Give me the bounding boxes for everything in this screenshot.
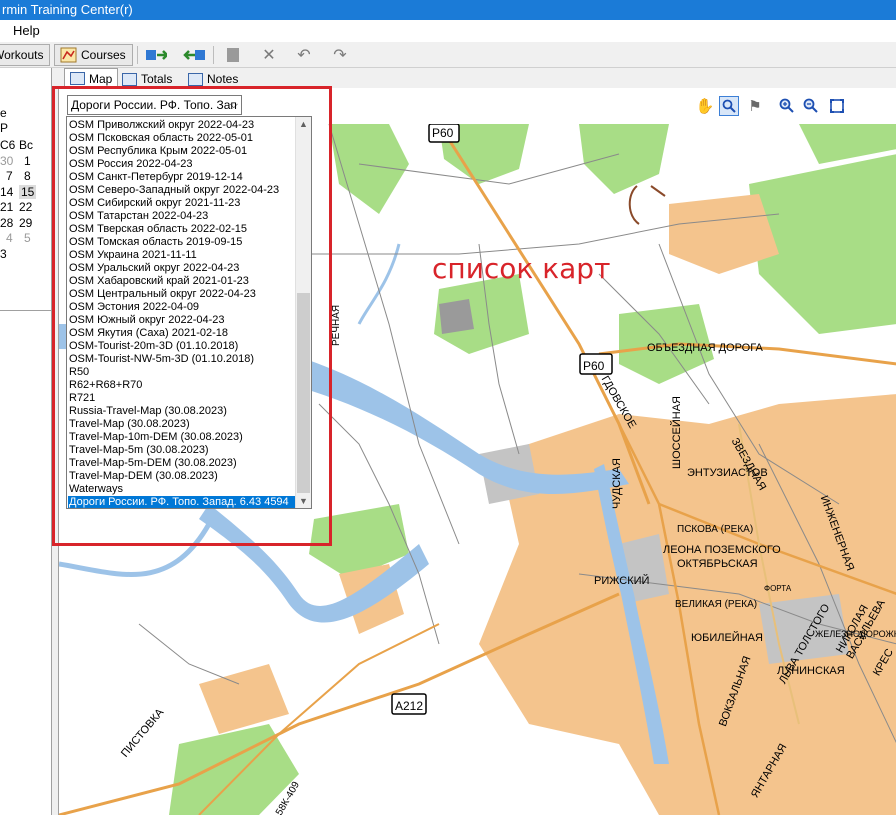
calendar-day-name: C6 — [0, 138, 16, 152]
street-label: ОКТЯБРЬСКАЯ — [677, 558, 758, 570]
street-label: ВЕЛИКАЯ (РЕКА) — [675, 599, 758, 610]
courses-button-label: Courses — [81, 48, 126, 62]
street-label: ОБЪЕЗДНАЯ ДОРОГА — [647, 342, 763, 354]
street-label: РИЖСКИЙ — [594, 575, 650, 587]
window-title: rmin Training Center(r) — [2, 2, 133, 17]
zoom-tool-icon[interactable] — [719, 96, 739, 116]
street-label: ШОССЕЙНАЯ — [671, 396, 683, 469]
calendar-header: C6 Bc — [0, 138, 40, 154]
street-label: РЕЧНАЯ — [331, 304, 342, 346]
tab-map[interactable]: Map — [64, 68, 119, 88]
calendar: C6 Bc 30 1 7 8 14 15 21 22 28 29 4 5 3 — [0, 138, 40, 262]
calendar-day[interactable]: 8 — [24, 169, 31, 183]
toolbar: Workouts Courses ✕ ↶ ↷ — [0, 42, 896, 68]
zoom-out-icon[interactable] — [801, 96, 821, 116]
map-icon — [70, 72, 85, 85]
left-pane: e P C6 Bc 30 1 7 8 14 15 21 22 28 29 4 5 — [0, 68, 52, 815]
annotation-text: список карт — [432, 252, 611, 285]
courses-button[interactable]: Courses — [54, 44, 133, 66]
calendar-day[interactable]: 4 — [6, 231, 13, 245]
courses-icon — [60, 47, 77, 63]
calendar-row: 30 1 — [0, 154, 40, 170]
road-shield-p60: P60 — [583, 359, 605, 373]
calendar-day[interactable]: 3 — [0, 247, 7, 261]
pan-hand-icon[interactable]: ✋ — [695, 96, 715, 116]
calendar-day[interactable]: 29 — [19, 216, 32, 230]
menu-bar: Help — [0, 20, 896, 42]
toolbar-separator — [137, 46, 138, 64]
calendar-day-name: Bc — [19, 138, 34, 152]
street-label: ФОРТА — [764, 584, 792, 593]
calendar-day[interactable]: 14 — [0, 185, 13, 199]
workouts-button-label: Workouts — [0, 48, 44, 62]
calendar-row: 14 15 — [0, 184, 40, 201]
calendar-day[interactable]: 28 — [0, 216, 13, 230]
send-to-device-icon[interactable] — [145, 45, 167, 65]
calendar-row: 7 8 — [0, 169, 40, 185]
calendar-row: 28 29 — [0, 216, 40, 232]
zoom-extent-icon[interactable] — [827, 96, 847, 116]
window-title-bar: rmin Training Center(r) — [0, 0, 896, 20]
calendar-row: 21 22 — [0, 200, 40, 216]
calendar-day[interactable]: 5 — [24, 231, 31, 245]
calendar-header-letter: P — [0, 121, 9, 135]
left-pane-divider — [0, 310, 52, 311]
street-label: ЧУДСКАЯ — [611, 458, 623, 509]
zoom-in-icon[interactable] — [777, 96, 797, 116]
receive-from-device-icon[interactable] — [183, 45, 205, 65]
street-label: ЛЕОНА ПОЗЕМСКОГО — [663, 544, 781, 556]
road-shield-p60-top: P60 — [432, 126, 454, 140]
calendar-row: 3 — [0, 247, 40, 263]
toolbar-separator — [213, 46, 214, 64]
delete-doc-icon[interactable] — [222, 45, 244, 65]
street-label: ЮБИЛЕЙНАЯ — [691, 632, 763, 644]
close-icon[interactable]: ✕ — [258, 45, 280, 65]
notes-icon — [188, 72, 203, 86]
road-shield-a212: A212 — [395, 699, 424, 713]
calendar-day[interactable]: 7 — [6, 169, 13, 183]
totals-icon — [122, 72, 137, 86]
tab-map-label: Map — [89, 71, 113, 86]
street-label: ПСКОВА (РЕКА) — [677, 524, 754, 535]
calendar-day[interactable]: 1 — [24, 154, 31, 168]
view-tabs: Map Totals Notes — [58, 68, 896, 88]
calendar-row: 4 5 — [0, 231, 40, 247]
workouts-button[interactable]: Workouts — [0, 44, 51, 66]
redo-icon[interactable]: ↷ — [329, 45, 351, 65]
annotation-highlight-box — [52, 86, 332, 546]
menu-help[interactable]: Help — [13, 20, 40, 42]
calendar-day[interactable]: 22 — [19, 200, 32, 214]
undo-icon[interactable]: ↶ — [293, 45, 315, 65]
calendar-day-selected[interactable]: 15 — [19, 184, 37, 199]
flag-icon[interactable]: ⚑ — [745, 96, 765, 116]
calendar-day[interactable]: 30 — [0, 154, 13, 168]
calendar-day[interactable]: 21 — [0, 200, 13, 214]
calendar-header-letter: e — [0, 106, 7, 120]
